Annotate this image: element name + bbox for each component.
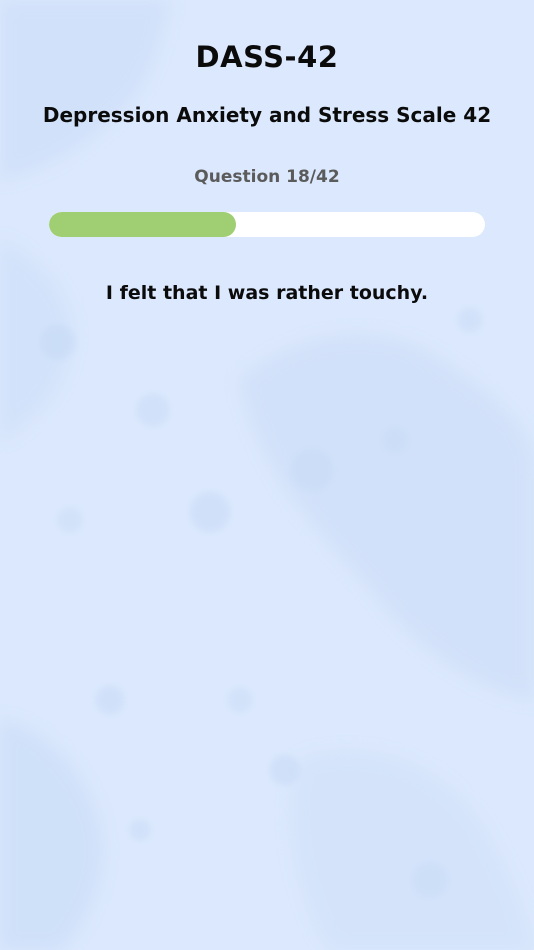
app-subtitle: Depression Anxiety and Stress Scale 42 xyxy=(42,103,492,127)
progress-bar xyxy=(49,212,485,237)
progress-bar-fill xyxy=(49,212,236,237)
question-text: I felt that I was rather touchy. xyxy=(105,282,429,304)
question-counter: Question 18/42 xyxy=(194,167,340,187)
quiz-screen: DASS-42 Depression Anxiety and Stress Sc… xyxy=(0,0,534,950)
app-title: DASS-42 xyxy=(195,40,339,74)
